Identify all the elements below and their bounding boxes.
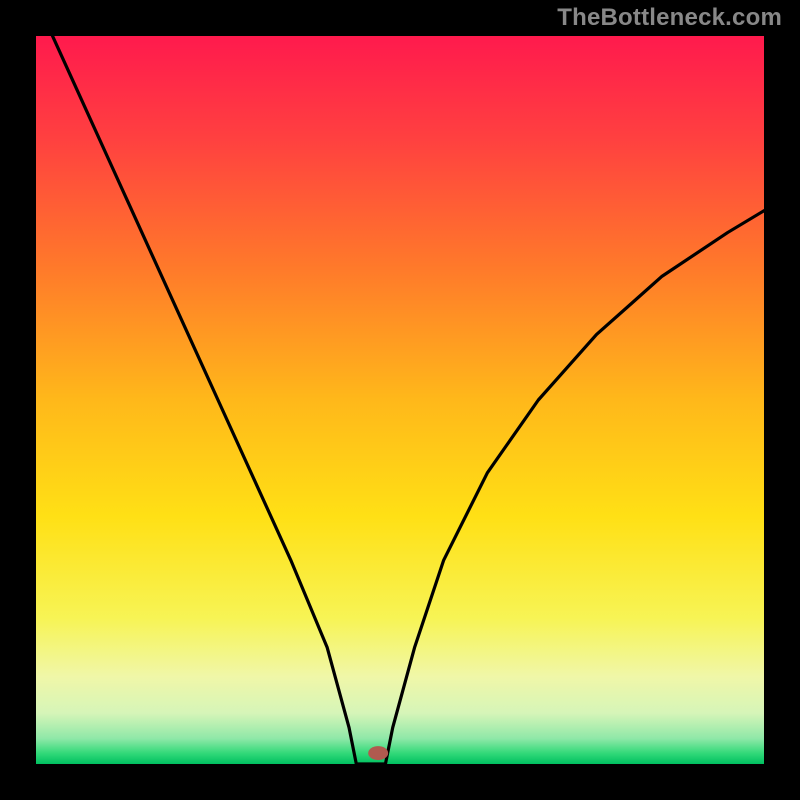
chart-frame: TheBottleneck.com <box>0 0 800 800</box>
attribution-label: TheBottleneck.com <box>557 4 782 32</box>
optimum-marker <box>368 746 388 760</box>
bottleneck-chart <box>0 0 800 800</box>
plot-background <box>36 36 764 764</box>
